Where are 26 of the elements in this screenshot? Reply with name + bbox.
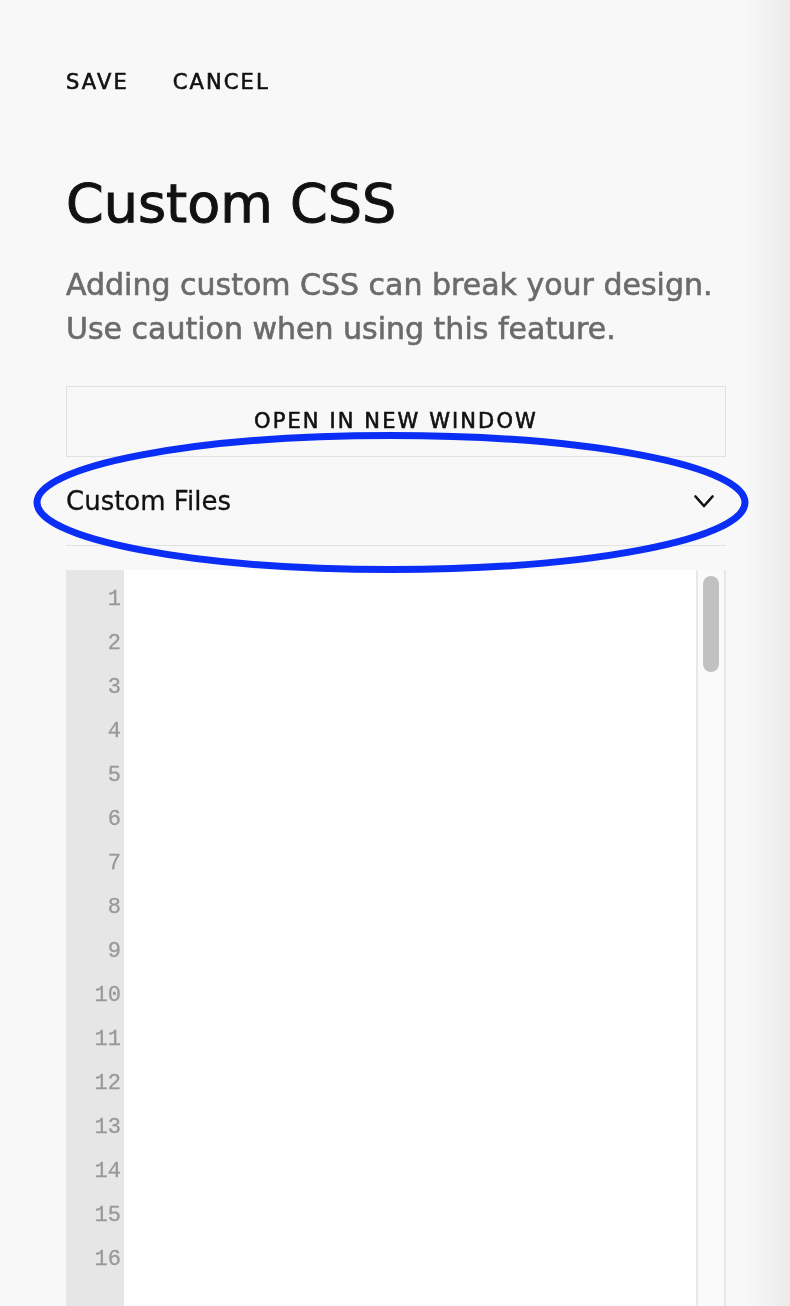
scrollbar-thumb[interactable] — [703, 576, 719, 672]
line-number: 14 — [94, 1158, 121, 1186]
line-number: 7 — [107, 850, 121, 878]
line-number: 15 — [94, 1202, 121, 1230]
code-editor[interactable] — [124, 570, 696, 1306]
line-number: 9 — [107, 938, 121, 966]
line-number: 12 — [94, 1070, 121, 1098]
warning-description: Adding custom CSS can break your design. Use caution when using this feature. — [66, 266, 714, 348]
line-number: 16 — [94, 1246, 121, 1274]
line-number: 2 — [107, 630, 121, 658]
line-number: 6 — [107, 806, 121, 834]
open-in-new-window-button[interactable]: OPEN IN NEW WINDOW — [66, 386, 726, 457]
line-number: 3 — [107, 674, 121, 702]
files-dropdown[interactable]: Custom Files — [66, 457, 726, 546]
cancel-button[interactable]: CANCEL — [172, 70, 270, 94]
page-title: Custom CSS — [66, 171, 398, 236]
save-button[interactable]: SAVE — [66, 70, 129, 94]
scrollbar-track[interactable] — [696, 570, 726, 1306]
line-number: 5 — [107, 762, 121, 790]
line-number: 1 — [107, 586, 121, 614]
line-number: 4 — [107, 718, 121, 746]
line-number: 13 — [94, 1114, 121, 1142]
line-number: 11 — [94, 1026, 121, 1054]
line-number: 10 — [94, 982, 121, 1010]
line-number: 8 — [107, 894, 121, 922]
dropdown-label: Custom Files — [66, 484, 231, 518]
